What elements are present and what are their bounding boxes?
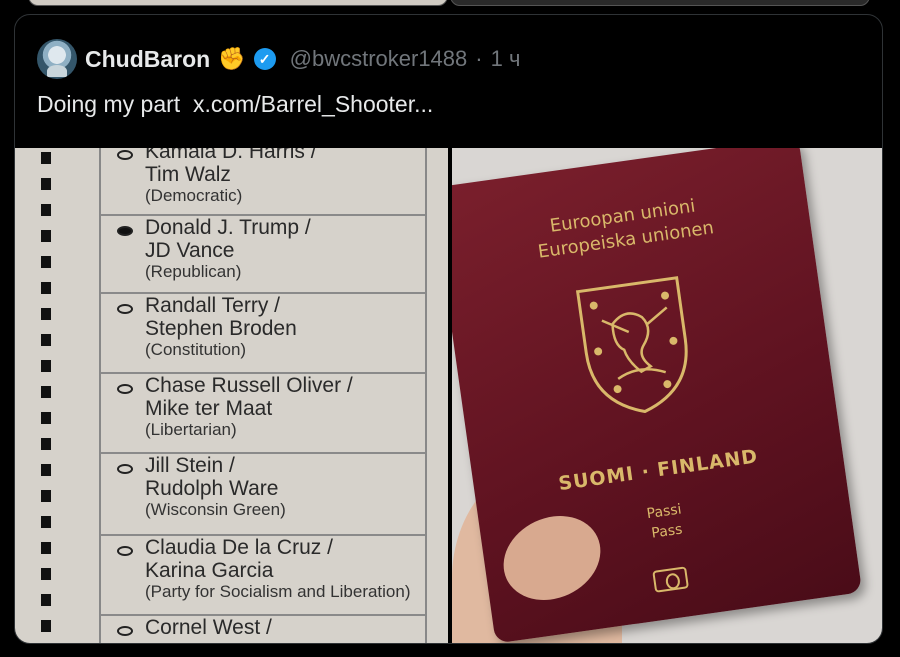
ballot-candidate-row: Cornel West / <box>101 616 425 643</box>
timing-mark <box>41 204 51 216</box>
candidate-name-line1: Kamala D. Harris / <box>145 148 317 163</box>
candidate-name-line2: JD Vance <box>145 239 235 262</box>
verified-badge-icon: ✓ <box>253 48 276 70</box>
timing-mark <box>41 412 51 424</box>
ballot-candidate-row: Claudia De la Cruz / Karina Garcia (Party … <box>101 536 425 616</box>
candidate-name-line1: Donald J. Trump / <box>145 216 311 239</box>
timing-mark <box>41 620 51 632</box>
ballot-candidate-row: Kamala D. Harris / Tim Walz (Democratic) <box>101 148 425 216</box>
avatar[interactable] <box>37 39 77 79</box>
ballot-photo[interactable]: Kamala D. Harris / Tim Walz (Democratic) Do… <box>15 148 448 643</box>
timing-mark <box>41 516 51 528</box>
timing-mark <box>41 360 51 372</box>
candidate-party: (Democratic) <box>145 186 243 205</box>
ballot-candidate-row: Chase Russell Oliver / Mike ter Maat (Libe… <box>101 374 425 454</box>
timing-mark <box>41 490 51 502</box>
timing-mark <box>41 178 51 190</box>
ballot-oval-empty <box>117 546 133 556</box>
ballot-oval-empty <box>117 464 133 474</box>
candidate-name-line1: Chase Russell Oliver / <box>145 374 353 397</box>
candidate-name-line2: Mike ter Maat <box>145 397 273 420</box>
timing-mark <box>41 594 51 606</box>
ballot-column-line-right <box>425 148 427 643</box>
candidate-name-line2: Stephen Broden <box>145 317 297 340</box>
candidate-party: (Constitution) <box>145 340 247 359</box>
candidate-party: (Republican) <box>145 262 242 281</box>
timing-mark <box>41 464 51 476</box>
tweet-header: ChudBaron ✊ ✓ @bwcstroker1488 · 1 ч <box>37 39 520 79</box>
ballot-candidate-row: Donald J. Trump / JD Vance (Republican) <box>101 216 425 294</box>
tweet-text: Doing my part x.com/Barrel_Shooter... <box>37 91 434 117</box>
candidate-party: (Libertarian) <box>145 420 237 439</box>
timing-mark <box>41 230 51 242</box>
candidate-name-line2: Tim Walz <box>145 163 231 186</box>
ballot-timing-marks <box>41 148 55 643</box>
display-name[interactable]: ChudBaron <box>85 46 210 73</box>
ballot-oval-empty <box>117 150 133 160</box>
separator-dot: · <box>475 46 483 71</box>
timing-mark <box>41 256 51 268</box>
ballot-oval-empty <box>117 384 133 394</box>
passport-photo[interactable]: Euroopan unioni Europeiska unionen SUOMI… <box>452 148 882 643</box>
timing-mark <box>41 438 51 450</box>
ballot-oval-filled <box>117 226 133 236</box>
timing-mark <box>41 282 51 294</box>
ballot-oval-empty <box>117 626 133 636</box>
previous-media-right[interactable] <box>450 0 870 6</box>
candidate-name-line2: Karina Garcia <box>145 559 274 582</box>
candidate-party: (Wisconsin Green) <box>145 500 286 519</box>
previous-media-left[interactable] <box>28 0 448 6</box>
timestamp[interactable]: 1 ч <box>491 46 521 72</box>
candidate-name-line1: Cornel West / <box>145 616 272 639</box>
timing-mark <box>41 542 51 554</box>
candidate-name-line1: Claudia De la Cruz / <box>145 536 333 559</box>
timing-mark <box>41 152 51 164</box>
timing-mark <box>41 386 51 398</box>
candidate-party: (Party for Socialism and Liberation) <box>145 582 411 601</box>
candidate-name-line1: Randall Terry / <box>145 294 281 317</box>
timing-mark <box>41 334 51 346</box>
raised-fist-emoji-icon: ✊ <box>218 46 246 71</box>
ballot-oval-empty <box>117 304 133 314</box>
tweet-media-grid: Kamala D. Harris / Tim Walz (Democratic) Do… <box>15 148 882 643</box>
ballot-candidate-row: Jill Stein / Rudolph Ware (Wisconsin Green… <box>101 454 425 536</box>
previous-tweet-media <box>0 0 900 10</box>
timing-mark <box>41 308 51 320</box>
biometric-chip-icon <box>652 566 689 593</box>
timing-mark <box>41 568 51 580</box>
quoted-tweet-card[interactable]: ChudBaron ✊ ✓ @bwcstroker1488 · 1 ч Doin… <box>14 14 883 644</box>
user-handle[interactable]: @bwcstroker1488 <box>290 46 468 72</box>
candidate-name-line2: Rudolph Ware <box>145 477 279 500</box>
candidate-name-line1: Jill Stein / <box>145 454 235 477</box>
coat-of-arms-icon <box>575 276 688 414</box>
ballot-candidate-row: Randall Terry / Stephen Broden (Constituti… <box>101 294 425 374</box>
